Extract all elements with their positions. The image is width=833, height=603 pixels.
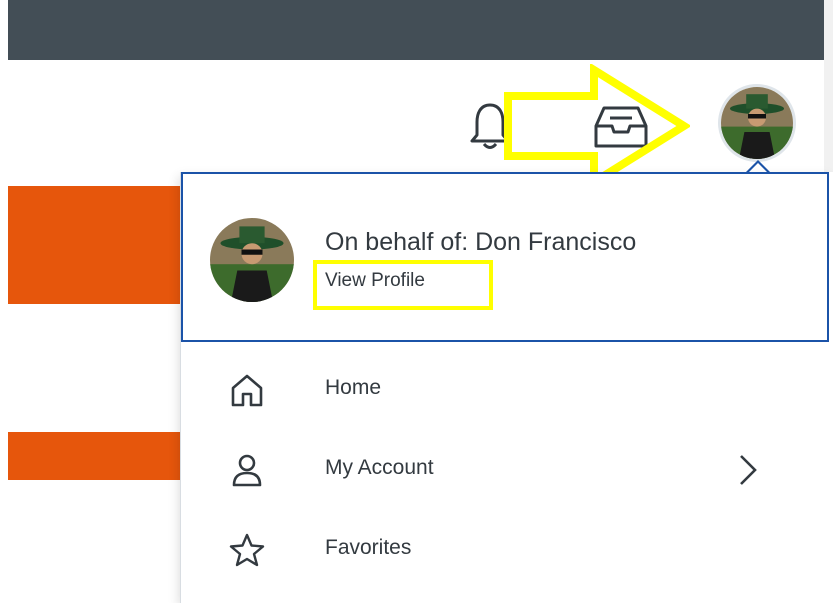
star-icon — [229, 533, 265, 567]
avatar[interactable] — [718, 84, 796, 162]
home-icon — [231, 374, 263, 407]
menu-item-favorites[interactable]: Favorites — [181, 510, 829, 590]
orange-banner-lower — [8, 432, 180, 480]
menu-item-home[interactable]: Home — [181, 350, 829, 430]
behalf-of-label: On behalf of: Don Francisco — [325, 228, 637, 256]
menu-item-label: Home — [325, 376, 382, 399]
menu-item-my-account[interactable]: My Account — [181, 430, 829, 510]
top-bar — [8, 0, 824, 60]
orange-banner — [8, 186, 180, 304]
person-icon — [232, 454, 262, 487]
annotation-arrow — [504, 64, 690, 188]
profile-avatar[interactable] — [210, 218, 294, 302]
menu-item-label: My Account — [325, 456, 434, 479]
menu-item-label: Favorites — [325, 536, 412, 559]
annotation-highlight-box — [313, 260, 493, 310]
chevron-right-icon[interactable] — [733, 450, 763, 490]
